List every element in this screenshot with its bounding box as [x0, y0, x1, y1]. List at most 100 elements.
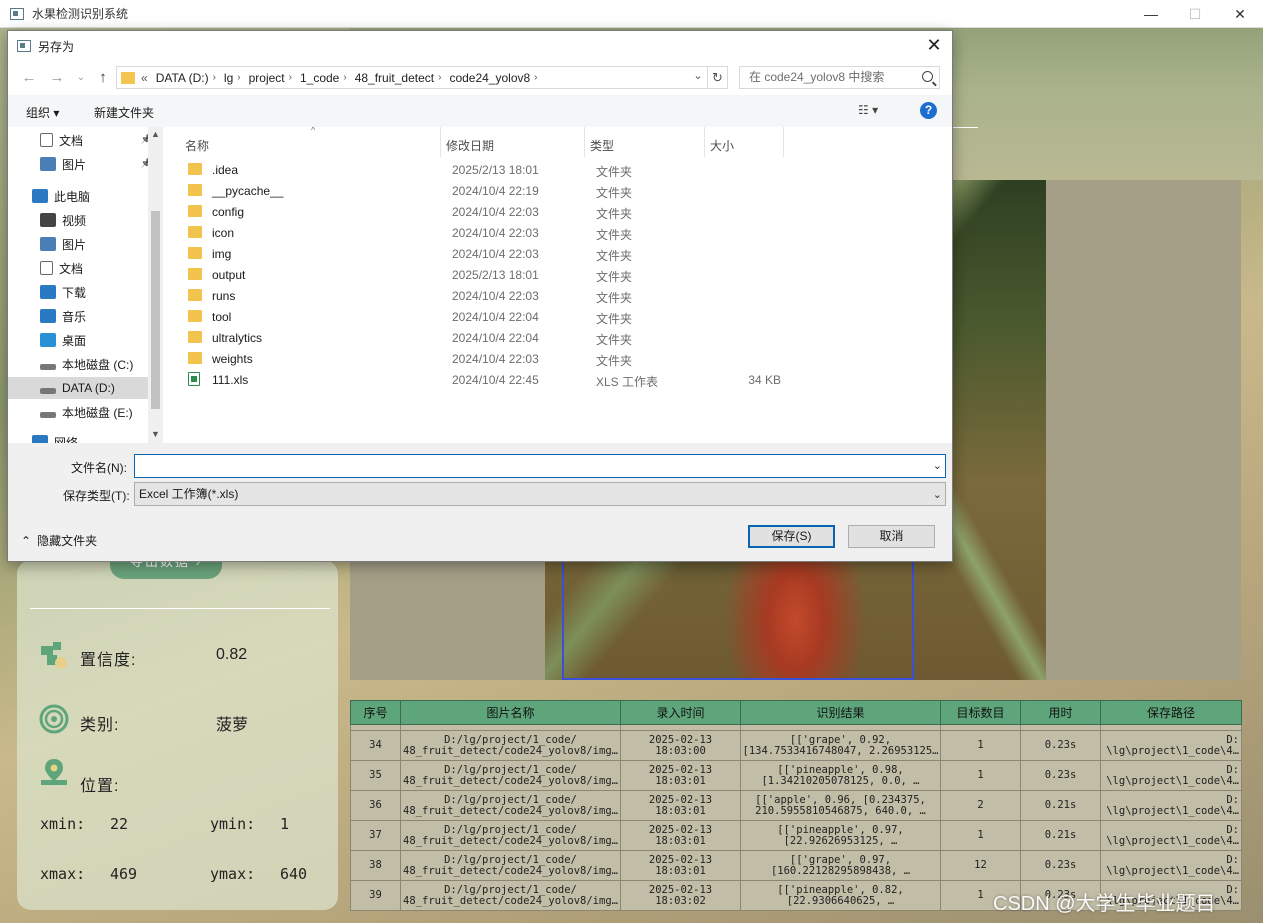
address-separator-icon[interactable]: › — [438, 72, 441, 83]
address-separator-icon[interactable]: › — [343, 72, 346, 83]
cell-image[interactable]: D:/lg/project/1_code/ 48_fruit_detect/co… — [400, 880, 621, 911]
save-button[interactable]: 保存(S) — [748, 525, 835, 548]
cell-id[interactable]: 34 — [350, 730, 401, 761]
cell-image[interactable]: D:/lg/project/1_code/ 48_fruit_detect/co… — [400, 790, 621, 821]
nav-item[interactable]: 本地磁盘 (C:) — [8, 353, 154, 375]
back-arrow-icon[interactable]: ← — [18, 67, 40, 89]
cell-time[interactable]: 2025-02-13 18:03:02 — [620, 880, 741, 911]
nav-item[interactable]: 下载 — [8, 281, 154, 303]
cell-result[interactable]: [['pineapple', 0.98, [1.34210205078125, … — [740, 760, 941, 791]
forward-arrow-icon[interactable]: → — [46, 67, 68, 89]
cell-result[interactable]: [['pineapple', 0.82, [22.9306640625, … — [740, 880, 941, 911]
file-row[interactable]: icon 2024/10/4 22:03 文件夹 — [185, 223, 945, 244]
cell-duration[interactable]: 0.21s — [1020, 790, 1101, 821]
nav-item[interactable]: 网络 — [8, 431, 154, 443]
header-target-count[interactable]: 目标数目 — [940, 700, 1021, 725]
table-row[interactable]: 37 D:/lg/project/1_code/ 48_fruit_detect/… — [350, 820, 1242, 851]
cell-duration[interactable]: 0.23s — [1020, 730, 1101, 761]
address-segment[interactable]: code24_yolov8 — [449, 71, 530, 85]
column-type[interactable]: 类型 — [590, 137, 614, 154]
cell-image[interactable]: D:/lg/project/1_code/ 48_fruit_detect/co… — [400, 820, 621, 851]
column-size[interactable]: 大小 — [710, 137, 734, 154]
address-overflow[interactable]: « — [141, 71, 148, 85]
cell-time[interactable]: 2025-02-13 18:03:01 — [620, 760, 741, 791]
up-arrow-icon[interactable]: ↑ — [92, 67, 114, 89]
address-segment[interactable]: 1_code — [300, 71, 339, 85]
address-segment[interactable]: DATA (D:) — [156, 71, 209, 85]
nav-item[interactable]: 本地磁盘 (E:) — [8, 401, 154, 423]
cell-count[interactable]: 12 — [940, 850, 1021, 881]
cell-time[interactable]: 2025-02-13 18:03:01 — [620, 850, 741, 881]
address-separator-icon[interactable]: › — [534, 72, 537, 83]
maximize-icon[interactable]: ☐ — [1172, 0, 1218, 28]
address-separator-icon[interactable]: › — [213, 72, 216, 83]
file-row[interactable]: __pycache__ 2024/10/4 22:19 文件夹 — [185, 181, 945, 202]
cell-result[interactable]: [['apple', 0.96, [0.234375, 210.59558105… — [740, 790, 941, 821]
cell-id[interactable]: 35 — [350, 760, 401, 791]
cell-duration[interactable]: 0.21s — [1020, 820, 1101, 851]
cell-result[interactable]: [['pineapple', 0.97, [22.92626953125, … — [740, 820, 941, 851]
cell-path[interactable]: D: \lg\project\1_code\4… — [1100, 820, 1242, 851]
cell-count[interactable]: 1 — [940, 820, 1021, 851]
header-save-path[interactable]: 保存路径 — [1100, 700, 1242, 725]
cell-duration[interactable]: 0.23s — [1020, 760, 1101, 791]
header-image-name[interactable]: 图片名称 — [400, 700, 621, 725]
cell-id[interactable]: 37 — [350, 820, 401, 851]
cell-time[interactable]: 2025-02-13 18:03:01 — [620, 820, 741, 851]
cell-duration[interactable]: 0.23s — [1020, 850, 1101, 881]
cell-path[interactable]: D: \lg\project\1_code\4… — [1100, 790, 1242, 821]
column-date[interactable]: 修改日期 — [446, 137, 494, 154]
cell-count[interactable]: 2 — [940, 790, 1021, 821]
navigation-scrollbar[interactable]: ▲ ▼ — [148, 127, 163, 443]
nav-item[interactable]: 桌面 — [8, 329, 154, 351]
header-result[interactable]: 识别结果 — [740, 700, 941, 725]
cell-image[interactable]: D:/lg/project/1_code/ 48_fruit_detect/co… — [400, 760, 621, 791]
address-segment[interactable]: 48_fruit_detect — [355, 71, 434, 85]
file-row[interactable]: img 2024/10/4 22:03 文件夹 — [185, 244, 945, 265]
table-row[interactable]: 35 D:/lg/project/1_code/ 48_fruit_detect/… — [350, 760, 1242, 791]
header-entry-time[interactable]: 录入时间 — [620, 700, 741, 725]
organize-button[interactable]: 组织 ▾ — [26, 104, 59, 121]
nav-item[interactable]: 音乐 — [8, 305, 154, 327]
nav-item[interactable]: 此电脑 — [8, 185, 154, 207]
dialog-close-icon[interactable]: ✕ — [923, 35, 945, 57]
minimize-icon[interactable]: — — [1128, 0, 1174, 28]
filetype-select[interactable]: Excel 工作簿(*.xls) ⌄ — [134, 482, 946, 506]
table-row[interactable]: 36 D:/lg/project/1_code/ 48_fruit_detect/… — [350, 790, 1242, 821]
file-row[interactable]: output 2025/2/13 18:01 文件夹 — [185, 265, 945, 286]
nav-item[interactable]: DATA (D:) — [8, 377, 154, 399]
file-row[interactable]: .idea 2025/2/13 18:01 文件夹 — [185, 160, 945, 181]
address-dropdown-icon[interactable]: ⌄ — [688, 66, 708, 89]
cell-time[interactable]: 2025-02-13 18:03:00 — [620, 730, 741, 761]
refresh-icon[interactable]: ↻ — [708, 66, 728, 89]
file-row[interactable]: ultralytics 2024/10/4 22:04 文件夹 — [185, 328, 945, 349]
header-duration[interactable]: 用时 — [1020, 700, 1101, 725]
cell-result[interactable]: [['grape', 0.92, [134.7533416748047, 2.2… — [740, 730, 941, 761]
cell-result[interactable]: [['grape', 0.97, [160.22128295898438, … — [740, 850, 941, 881]
address-separator-icon[interactable]: › — [289, 72, 292, 83]
cell-path[interactable]: D: \lg\project\1_code\4… — [1100, 730, 1242, 761]
cell-image[interactable]: D:/lg/project/1_code/ 48_fruit_detect/co… — [400, 850, 621, 881]
close-icon[interactable]: ✕ — [1217, 0, 1263, 28]
column-name[interactable]: 名称 — [185, 137, 209, 154]
cell-time[interactable]: 2025-02-13 18:03:01 — [620, 790, 741, 821]
cell-path[interactable]: D: \lg\project\1_code\4… — [1100, 760, 1242, 791]
nav-item[interactable]: 视频 — [8, 209, 154, 231]
address-segment[interactable]: lg — [224, 71, 233, 85]
file-row[interactable]: config 2024/10/4 22:03 文件夹 — [185, 202, 945, 223]
nav-item[interactable]: 图片 📌 — [8, 153, 154, 175]
nav-item[interactable]: 文档 — [8, 257, 154, 279]
table-row[interactable]: 34 D:/lg/project/1_code/ 48_fruit_detect/… — [350, 730, 1242, 761]
nav-item[interactable]: 图片 — [8, 233, 154, 255]
filename-dropdown-icon[interactable]: ⌄ — [933, 459, 942, 472]
cancel-button[interactable]: 取消 — [848, 525, 935, 548]
nav-item[interactable]: 文档 📌 — [8, 129, 154, 151]
cell-id[interactable]: 39 — [350, 880, 401, 911]
hide-folders-toggle[interactable]: ⌃ 隐藏文件夹 — [21, 532, 97, 549]
file-row[interactable]: runs 2024/10/4 22:03 文件夹 — [185, 286, 945, 307]
filename-input[interactable]: ⌄ — [134, 454, 946, 478]
header-index[interactable]: 序号 — [350, 700, 401, 725]
new-folder-button[interactable]: 新建文件夹 — [94, 104, 154, 121]
file-row[interactable]: weights 2024/10/4 22:03 文件夹 — [185, 349, 945, 370]
cell-path[interactable]: D: \lg\project\1_code\4… — [1100, 850, 1242, 881]
